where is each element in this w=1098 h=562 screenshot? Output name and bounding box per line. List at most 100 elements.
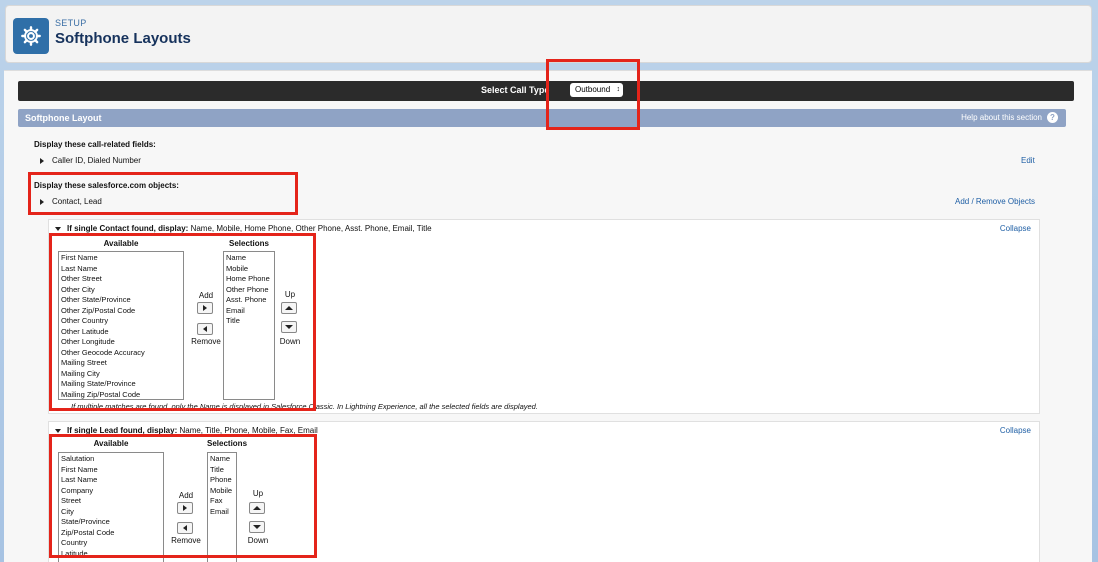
arrow-left-icon <box>183 525 187 531</box>
lead-collapse-link[interactable]: Collapse <box>1000 426 1031 435</box>
page-header: SETUP Softphone Layouts <box>5 5 1092 63</box>
up-label: Up <box>284 290 296 299</box>
list-option[interactable]: Last Name <box>61 264 181 275</box>
list-option[interactable]: First Name <box>61 253 181 264</box>
main-panel: Select Call Type Outbound ↕ Softphone La… <box>4 70 1092 562</box>
list-option[interactable]: Other Phone <box>226 285 272 296</box>
contact-collapse-link[interactable]: Collapse <box>1000 224 1031 233</box>
section-title: Softphone Layout <box>25 113 102 123</box>
remove-button[interactable] <box>197 323 213 335</box>
list-option[interactable]: Other Country <box>61 316 181 327</box>
collapse-triangle-icon[interactable] <box>55 226 61 231</box>
list-option[interactable]: Mailing Zip/Postal Code <box>61 390 181 400</box>
objects-row[interactable]: Contact, Lead <box>40 197 102 206</box>
edit-link[interactable]: Edit <box>1021 156 1035 165</box>
list-option[interactable]: Phone <box>210 475 234 486</box>
list-option[interactable]: Country <box>61 538 161 549</box>
list-option[interactable]: Title <box>210 465 234 476</box>
section-header: Softphone Layout Help about this section… <box>18 109 1066 127</box>
list-option[interactable]: Last Name <box>61 475 161 486</box>
objects-value: Contact, Lead <box>52 197 102 206</box>
list-option[interactable]: Other Longitude <box>61 337 181 348</box>
expand-icon[interactable] <box>40 157 44 164</box>
list-option[interactable]: Fax <box>210 496 234 507</box>
remove-label: Remove <box>171 536 201 545</box>
contact-box-heading: If single Contact found, display: <box>67 224 189 233</box>
call-fields-value: Caller ID, Dialed Number <box>52 156 141 165</box>
list-option[interactable]: Email <box>226 306 272 317</box>
list-option[interactable]: Street <box>61 496 161 507</box>
gear-icon <box>13 18 49 54</box>
remove-label: Remove <box>191 337 221 346</box>
up-label: Up <box>252 489 264 498</box>
list-option[interactable]: Other City <box>61 285 181 296</box>
help-icon[interactable]: ? <box>1047 112 1058 123</box>
down-label: Down <box>247 536 269 545</box>
gear-icon-glyph <box>21 26 41 46</box>
list-option[interactable]: Company <box>61 486 161 497</box>
call-type-bar: Select Call Type Outbound ↕ <box>18 81 1074 101</box>
down-button[interactable] <box>281 321 297 333</box>
list-option[interactable]: Mailing State/Province <box>61 379 181 390</box>
up-button[interactable] <box>281 302 297 314</box>
list-option[interactable]: Other State/Province <box>61 295 181 306</box>
call-type-label: Select Call Type <box>481 85 550 95</box>
down-button[interactable] <box>249 521 265 533</box>
lead-selections-list[interactable]: Name Title Phone Mobile Fax Email <box>207 452 237 562</box>
contact-available-list[interactable]: First Name Last Name Other Street Other Cit… <box>58 251 184 400</box>
arrow-right-icon <box>183 505 187 511</box>
lead-box-heading-row[interactable]: If single Lead found, display: Name, Tit… <box>55 426 318 435</box>
list-option[interactable]: State/Province <box>61 517 161 528</box>
call-type-value: Outbound <box>575 85 611 94</box>
call-fields-row[interactable]: Caller ID, Dialed Number <box>40 156 141 165</box>
down-label: Down <box>279 337 301 346</box>
lead-layout-box: If single Lead found, display: Name, Tit… <box>48 421 1040 562</box>
collapse-triangle-icon[interactable] <box>55 428 61 433</box>
list-option[interactable]: First Name <box>61 465 161 476</box>
lead-fields-summary: Name, Title, Phone, Mobile, Fax, Email <box>179 426 318 435</box>
list-option[interactable]: Home Phone <box>226 274 272 285</box>
add-label: Add <box>178 491 194 500</box>
add-label: Add <box>198 291 214 300</box>
call-fields-heading: Display these call-related fields: <box>34 140 156 149</box>
arrow-down-icon <box>253 525 261 529</box>
list-option[interactable]: Email <box>210 507 234 518</box>
contact-available-label: Available <box>103 239 139 248</box>
list-option[interactable]: Other Street <box>61 274 181 285</box>
arrow-up-icon <box>253 506 261 510</box>
list-option[interactable]: Other Zip/Postal Code <box>61 306 181 317</box>
contact-selections-list[interactable]: Name Mobile Home Phone Other Phone Asst. Pho… <box>223 251 275 400</box>
page-title: Softphone Layouts <box>55 30 191 47</box>
breadcrumb[interactable]: SETUP <box>55 18 87 28</box>
list-option[interactable]: Name <box>210 454 234 465</box>
arrow-right-icon <box>203 305 207 311</box>
list-option[interactable]: Zip/Postal Code <box>61 528 161 539</box>
select-arrows-icon: ↕ <box>616 86 621 93</box>
up-button[interactable] <box>249 502 265 514</box>
remove-button[interactable] <box>177 522 193 534</box>
lead-available-label: Available <box>93 439 129 448</box>
expand-icon[interactable] <box>40 198 44 205</box>
list-option[interactable]: Other Latitude <box>61 327 181 338</box>
list-option[interactable]: Title <box>226 316 272 327</box>
list-option[interactable]: Latitude <box>61 549 161 560</box>
list-option[interactable]: Mobile <box>226 264 272 275</box>
add-button[interactable] <box>197 302 213 314</box>
lead-box-heading: If single Lead found, display: <box>67 426 178 435</box>
list-option[interactable]: Mailing City <box>61 369 181 380</box>
help-link[interactable]: Help about this section <box>961 113 1042 122</box>
list-option[interactable]: City <box>61 507 161 518</box>
list-option[interactable]: Name <box>226 253 272 264</box>
list-option[interactable]: Asst. Phone <box>226 295 272 306</box>
lead-available-list[interactable]: Salutation First Name Last Name Company Stre… <box>58 452 164 562</box>
call-type-select[interactable]: Outbound ↕ <box>570 83 623 97</box>
list-option[interactable]: Mobile <box>210 486 234 497</box>
add-button[interactable] <box>177 502 193 514</box>
add-remove-objects-link[interactable]: Add / Remove Objects <box>955 197 1035 206</box>
arrow-up-icon <box>285 306 293 310</box>
contact-box-heading-row[interactable]: If single Contact found, display: Name, … <box>55 224 432 233</box>
arrow-left-icon <box>203 326 207 332</box>
list-option[interactable]: Other Geocode Accuracy <box>61 348 181 359</box>
list-option[interactable]: Salutation <box>61 454 161 465</box>
list-option[interactable]: Mailing Street <box>61 358 181 369</box>
